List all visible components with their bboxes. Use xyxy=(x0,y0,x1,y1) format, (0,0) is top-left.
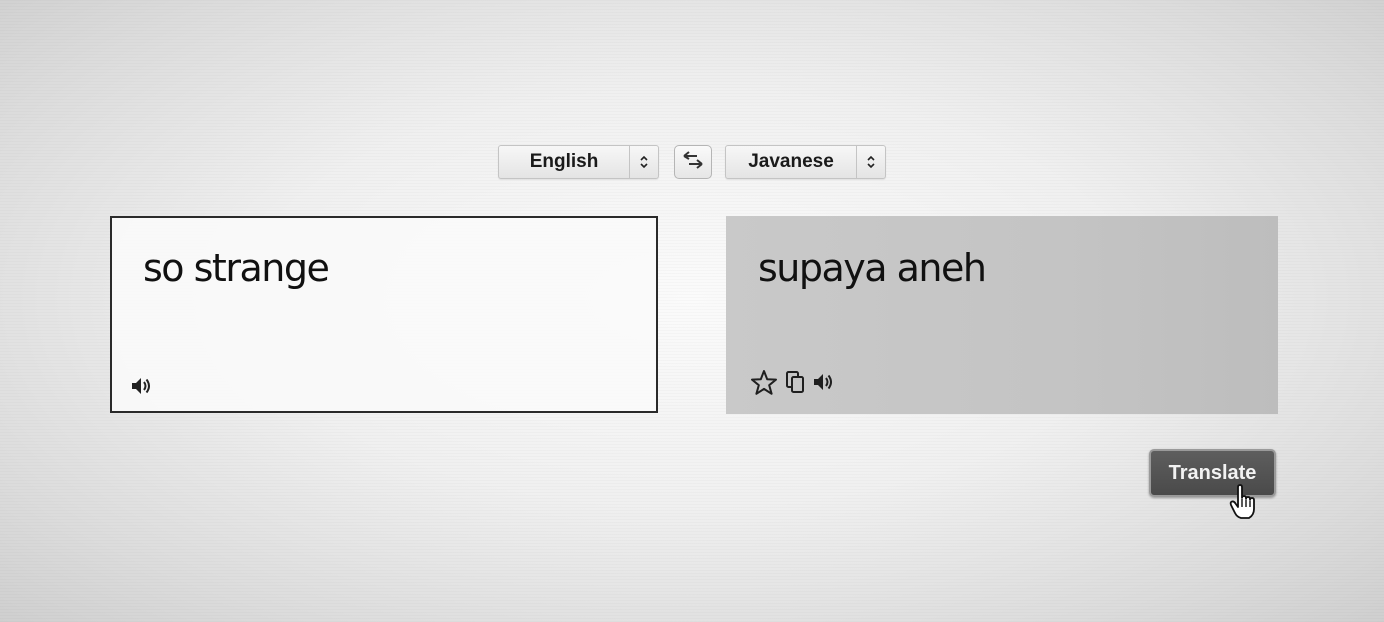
swap-arrows-icon xyxy=(681,150,705,175)
target-language-select[interactable]: Javanese xyxy=(725,145,886,179)
speaker-icon[interactable] xyxy=(130,375,154,397)
star-icon[interactable] xyxy=(750,369,778,400)
up-down-chevron-icon xyxy=(629,146,658,178)
translation-result-panel: supaya aneh xyxy=(726,216,1278,414)
swap-languages-button[interactable] xyxy=(674,145,712,179)
up-down-chevron-icon xyxy=(856,146,885,178)
speaker-icon[interactable] xyxy=(812,371,836,398)
copy-icon[interactable] xyxy=(784,370,806,399)
source-text-input[interactable]: so strange xyxy=(143,246,330,290)
translation-actions xyxy=(750,369,836,400)
target-language-label: Javanese xyxy=(748,151,834,172)
translation-result-text: supaya aneh xyxy=(758,246,987,290)
source-language-label: English xyxy=(529,151,599,172)
source-language-select[interactable]: English xyxy=(498,145,659,179)
hand-pointer-icon xyxy=(1229,484,1259,520)
source-text-panel[interactable]: so strange xyxy=(110,216,658,413)
